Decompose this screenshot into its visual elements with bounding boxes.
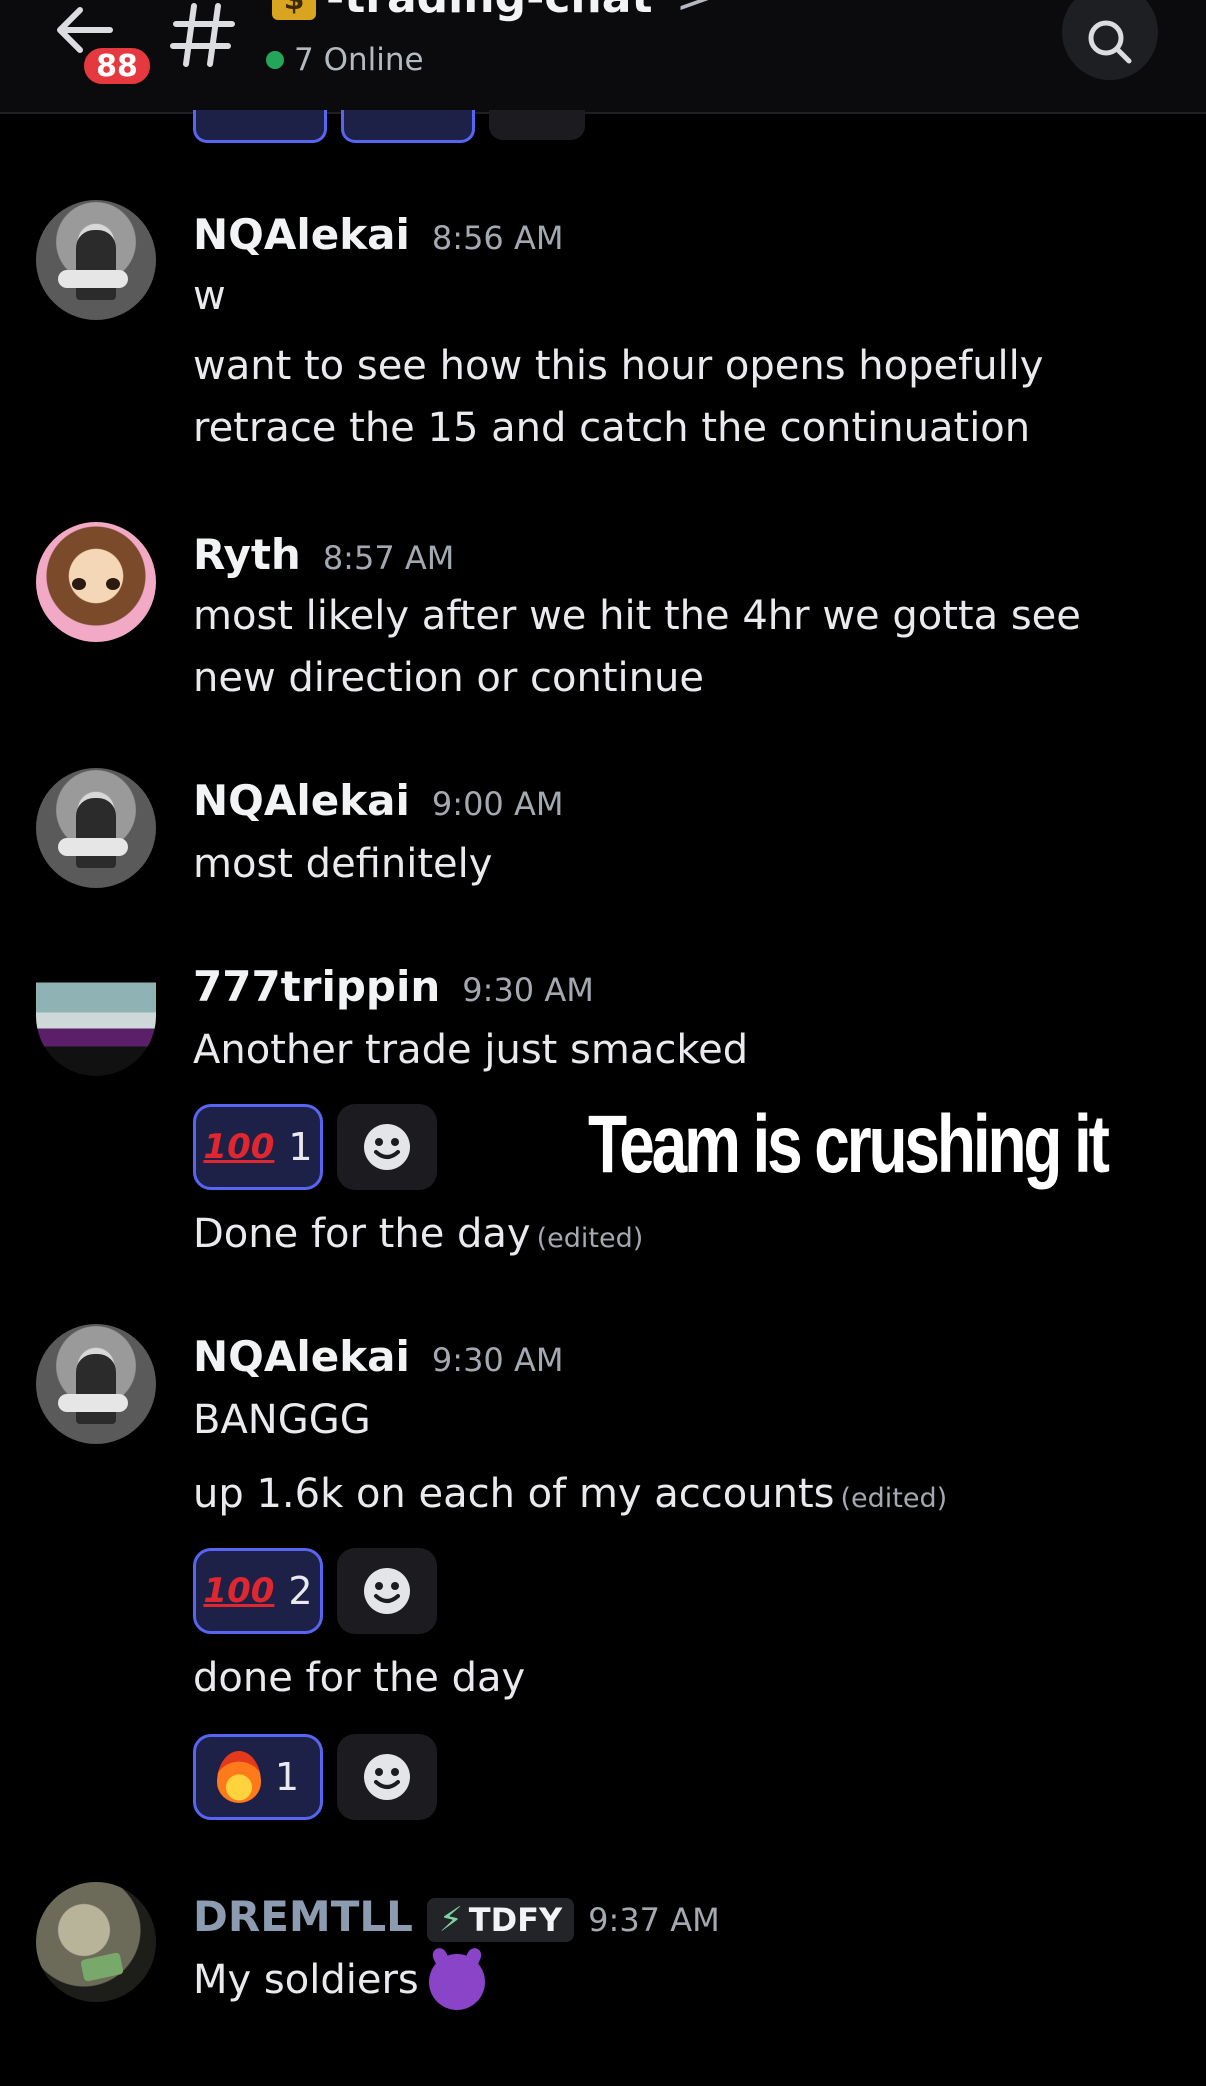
add-reaction-button[interactable] (489, 110, 585, 140)
reaction-bar: 100 2 (193, 1548, 437, 1634)
smiling-devil-icon (428, 1954, 485, 2010)
fire-icon (216, 1751, 261, 1803)
username[interactable]: NQAlekai (193, 210, 410, 259)
reaction-100[interactable]: 100 2 (193, 1548, 323, 1634)
avatar[interactable] (36, 970, 156, 1076)
partial-reactions (193, 110, 585, 143)
avatar[interactable] (36, 1882, 156, 2002)
message-text: Done for the day (edited) (193, 1210, 643, 1258)
reaction-count: 1 (274, 1755, 300, 1799)
channel-name: -trading-chat (326, 0, 652, 23)
username[interactable]: NQAlekai (193, 776, 410, 825)
message-header: NQAlekai 9:00 AM (193, 776, 563, 825)
hash-icon (168, 0, 238, 70)
avatar[interactable] (36, 1324, 156, 1444)
chevron-right-icon: > (676, 0, 713, 23)
message-text: most likely after we hit the 4hr we gott… (193, 593, 1081, 639)
avatar[interactable] (36, 768, 156, 888)
reaction-bar: 1 (193, 1734, 437, 1820)
online-status: 7 Online (266, 42, 424, 78)
timestamp: 9:37 AM (588, 1901, 720, 1939)
overlay-caption: Team is crushing it (588, 1099, 1110, 1190)
message-header: NQAlekai 9:30 AM (193, 1332, 563, 1381)
message-header: DREMTLL ⚡ TDFY 9:37 AM (193, 1892, 720, 1942)
channel-header: 88 $ -trading-chat > 7 Online (0, 0, 1206, 114)
edited-label: (edited) (536, 1223, 644, 1254)
search-button[interactable] (1062, 0, 1158, 80)
message-text: done for the day (193, 1655, 526, 1701)
reaction-100[interactable]: 100 1 (193, 1104, 323, 1190)
username[interactable]: DREMTLL (193, 1892, 413, 1941)
message-text: Another trade just smacked (193, 1027, 749, 1073)
message-text: up 1.6k on each of my accounts (edited) (193, 1470, 947, 1518)
username[interactable]: Ryth (193, 530, 301, 579)
message-text: retrace the 15 and catch the continuatio… (193, 405, 1031, 451)
timestamp: 8:56 AM (431, 219, 564, 257)
reaction-fire[interactable]: 1 (193, 1734, 323, 1820)
smiley-icon (364, 1124, 410, 1170)
message-text-content: up 1.6k on each of my accounts (193, 1471, 835, 1517)
add-reaction-button[interactable] (337, 1548, 437, 1634)
reaction-count: 1 (288, 1125, 313, 1169)
hundred-points-icon: 100 (203, 1571, 275, 1611)
money-bag-icon: $ (272, 0, 316, 20)
avatar[interactable] (36, 200, 156, 320)
reaction-chip[interactable] (193, 110, 327, 143)
unread-badge: 88 (80, 44, 154, 88)
online-count: 7 Online (294, 42, 424, 78)
timestamp: 9:30 AM (462, 971, 594, 1009)
timestamp: 8:57 AM (322, 539, 455, 577)
message-header: 777trippin 9:30 AM (193, 962, 594, 1011)
lightning-icon: ⚡ (438, 1900, 463, 1940)
message-text: most definitely (193, 841, 493, 887)
hundred-points-icon: 100 (203, 1127, 275, 1167)
message-text: want to see how this hour opens hopefull… (193, 343, 1044, 389)
server-tag-badge[interactable]: ⚡ TDFY (426, 1898, 575, 1942)
message-text: new direction or continue (193, 655, 704, 701)
reaction-bar: 100 1 (193, 1104, 437, 1190)
add-reaction-button[interactable] (337, 1104, 437, 1190)
avatar[interactable] (36, 522, 156, 642)
message-text-content: Done for the day (193, 1211, 531, 1257)
timestamp: 9:30 AM (431, 1341, 564, 1379)
online-dot-icon (266, 51, 284, 69)
smiley-icon (364, 1754, 410, 1800)
smiley-icon (364, 1568, 410, 1614)
message-text: My soldiers (193, 1954, 485, 2010)
add-reaction-button[interactable] (337, 1734, 437, 1820)
chat-screen: 88 $ -trading-chat > 7 Online (0, 0, 1206, 2086)
reaction-chip[interactable] (341, 110, 475, 143)
message-header: NQAlekai 8:56 AM (193, 210, 563, 259)
search-icon (1088, 20, 1132, 64)
timestamp: 9:00 AM (431, 785, 564, 823)
message-text: BANGGG (193, 1397, 371, 1443)
username[interactable]: NQAlekai (193, 1332, 410, 1381)
edited-label: (edited) (840, 1483, 948, 1514)
message-text: w (193, 273, 226, 319)
message-text-content: My soldiers (193, 1957, 419, 2003)
channel-title[interactable]: $ -trading-chat > (272, 0, 713, 23)
username[interactable]: 777trippin (193, 962, 440, 1011)
reaction-count: 2 (288, 1569, 313, 1613)
message-header: Ryth 8:57 AM (193, 530, 454, 579)
server-tag: TDFY (468, 1901, 563, 1939)
